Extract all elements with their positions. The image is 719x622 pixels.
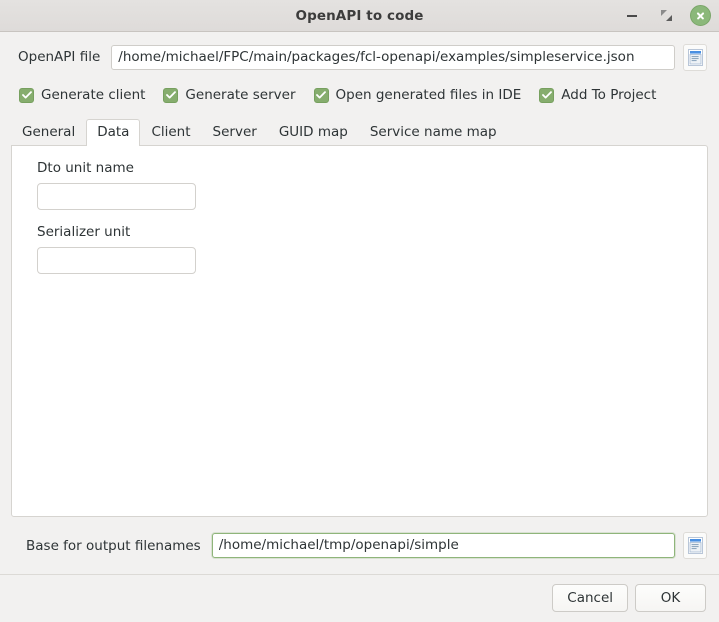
base-output-filenames-row: Base for output filenames [0,517,719,574]
field-dto-unit-name: Dto unit name [37,160,707,210]
openapi-file-browse-button[interactable] [683,43,707,71]
title-bar: OpenAPI to code [0,0,719,32]
base-output-filenames-label: Base for output filenames [26,537,201,554]
openapi-file-input[interactable] [111,44,675,70]
file-document-icon [687,48,703,66]
tab-client[interactable]: Client [140,119,201,145]
settings-notebook: General Data Client Server GUID map Serv… [11,119,708,517]
field-serializer-unit: Serializer unit [37,224,707,274]
serializer-unit-label: Serializer unit [37,224,131,240]
openapi-file-label: OpenAPI file [18,49,101,65]
tab-guid-map[interactable]: GUID map [268,119,359,145]
checkbox-checked-icon [163,87,179,103]
checkbox-checked-icon [313,87,329,103]
tab-server[interactable]: Server [202,119,268,145]
dto-unit-name-label: Dto unit name [37,160,134,176]
checkbox-label: Add To Project [561,87,657,103]
ok-button[interactable]: OK [635,584,706,612]
restore-button[interactable] [656,6,676,26]
checkbox-open-generated-files-in-ide[interactable]: Open generated files in IDE [313,87,522,103]
tab-general[interactable]: General [11,119,86,145]
checkbox-checked-icon [19,87,34,103]
generate-options-row: Generate client Generate server Open gen… [0,72,719,107]
checkbox-label: Generate server [185,87,296,103]
dialog-action-bar: Cancel OK [0,574,719,622]
base-output-filenames-input[interactable] [211,533,675,558]
file-document-icon [687,537,703,554]
openapi-file-row: OpenAPI file [0,32,719,72]
tab-strip: General Data Client Server GUID map Serv… [11,119,708,146]
dto-unit-name-input[interactable] [37,183,196,210]
minimize-button[interactable] [622,6,642,26]
checkbox-checked-icon [539,87,555,103]
checkbox-generate-client[interactable]: Generate client [19,87,145,103]
dialog-content: OpenAPI file Generate client [0,32,719,622]
base-output-browse-button[interactable] [683,532,707,559]
checkbox-generate-server[interactable]: Generate server [163,87,296,103]
window-controls [622,0,711,31]
tab-page-data: Dto unit name Serializer unit [11,145,708,517]
minimize-icon [627,14,637,17]
openapi-to-code-dialog: OpenAPI to code OpenAPI file /home/micha… [0,0,719,622]
tab-data[interactable]: Data [86,119,141,146]
cancel-button[interactable]: Cancel [552,584,628,612]
close-button[interactable] [690,5,711,26]
serializer-unit-input[interactable] [37,247,196,274]
tab-service-name-map[interactable]: Service name map [359,119,508,145]
checkbox-label: Open generated files in IDE [335,87,522,103]
checkbox-label: Generate client [41,87,146,103]
window-title: OpenAPI to code [295,7,424,24]
checkbox-add-to-project[interactable]: Add To Project [539,87,656,103]
restore-icon [660,10,672,21]
close-icon [696,11,705,20]
